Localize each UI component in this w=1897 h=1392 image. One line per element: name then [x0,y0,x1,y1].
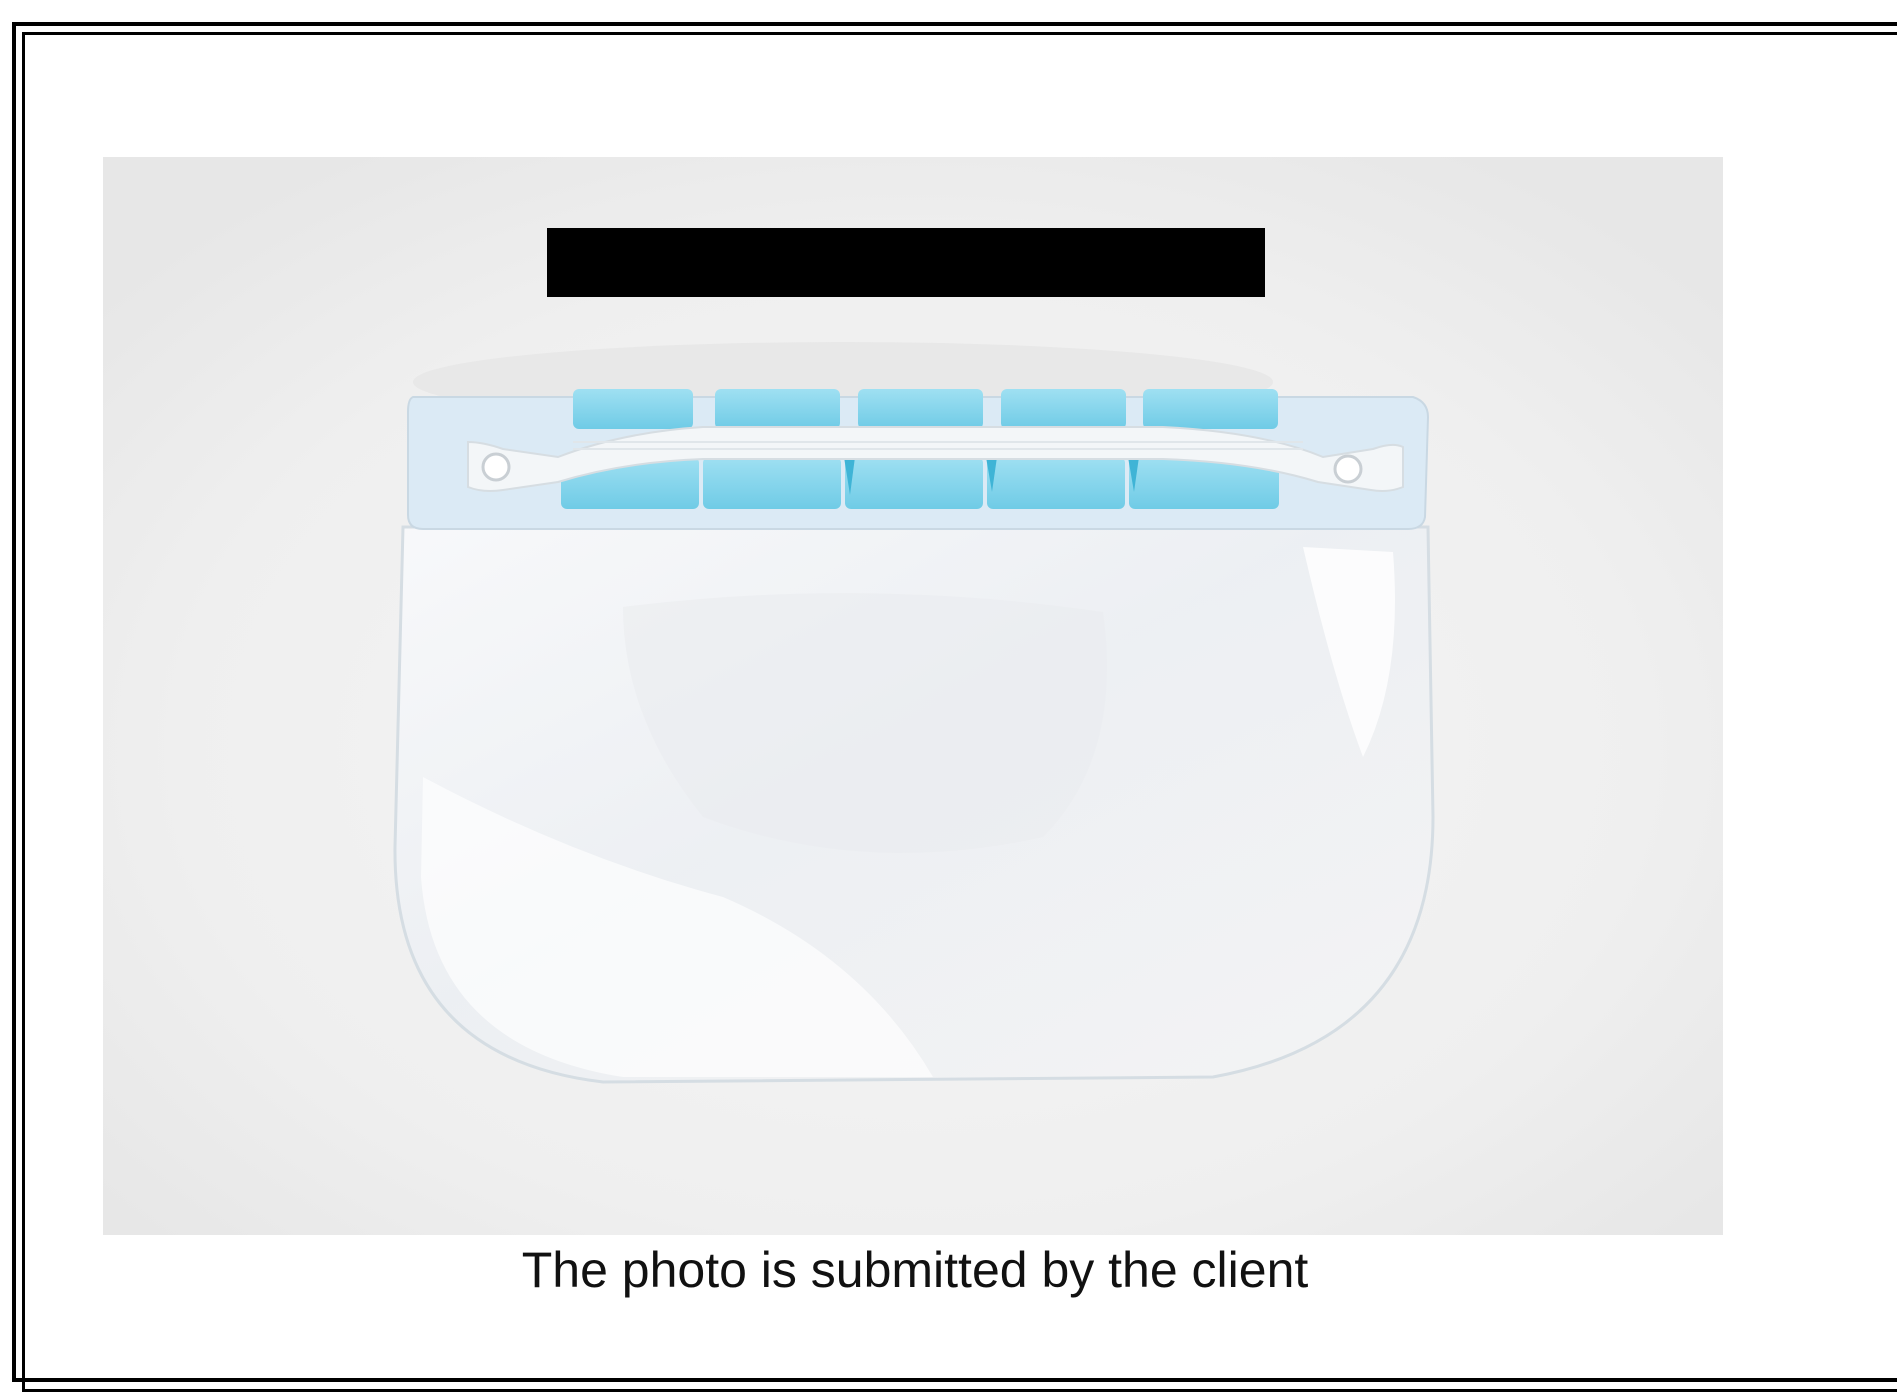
redaction-bar [547,228,1265,297]
product-photo [103,157,1723,1235]
photo-caption: The photo is submitted by the client [521,1242,1309,1298]
face-shield-icon [103,157,1723,1235]
